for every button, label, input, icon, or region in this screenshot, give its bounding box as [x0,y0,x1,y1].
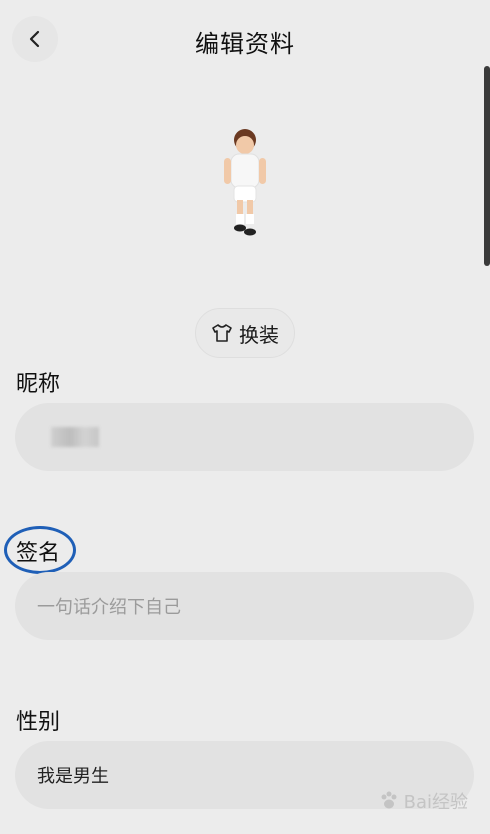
watermark-text: Bai经验 [403,792,468,813]
gender-label: 性别 [16,710,61,735]
signature-field[interactable]: 一句话介绍下自己 [15,572,474,640]
change-outfit-button[interactable]: 换装 [195,308,295,358]
nickname-label: 昵称 [16,372,61,397]
signature-placeholder: 一句话介绍下自己 [37,597,181,618]
baidu-watermark: Bai经验 [378,788,468,814]
avatar-figure-icon [224,129,266,236]
change-outfit-label: 换装 [239,322,279,347]
annotation-circle [4,526,76,574]
top-bar: 编辑资料 [0,0,490,80]
scrollbar[interactable] [484,66,490,266]
gender-value: 我是男生 [37,766,109,787]
shirt-icon [212,324,232,342]
nickname-value-blurred [51,427,99,447]
avatar-3d[interactable] [210,128,280,240]
page-title: 编辑资料 [195,30,295,58]
paw-icon [381,791,397,809]
nickname-field[interactable] [15,403,474,471]
